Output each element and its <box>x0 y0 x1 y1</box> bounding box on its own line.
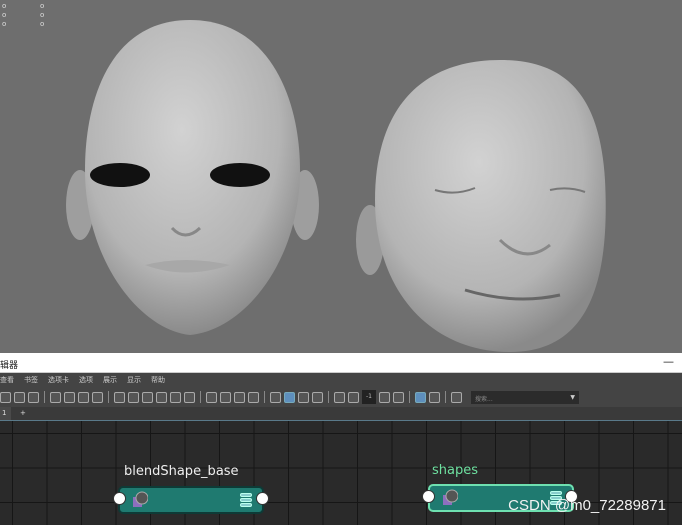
graph-transform-icon[interactable] <box>298 391 309 403</box>
divider <box>409 391 410 403</box>
grid-toggle-icon[interactable] <box>415 391 426 403</box>
divider <box>200 391 201 403</box>
show-shapes-toggle-icon[interactable] <box>284 391 295 403</box>
search-input[interactable]: 搜索... ▼ <box>471 390 579 404</box>
divider <box>328 391 329 403</box>
tab-1[interactable]: 1 <box>0 407 11 420</box>
window-title: 辑器 <box>0 361 19 371</box>
mesh-node-icon <box>133 491 148 507</box>
menu-show[interactable]: 显示 <box>127 375 141 387</box>
search-icon[interactable] <box>170 391 181 403</box>
spacing-field[interactable]: -1 <box>362 390 376 404</box>
3d-viewport[interactable]: ooo ooo <box>0 0 682 353</box>
input-port[interactable] <box>113 492 126 505</box>
menu-bookmarks[interactable]: 书签 <box>24 375 38 387</box>
relayout-icon[interactable] <box>92 391 103 403</box>
divider <box>264 391 265 403</box>
minimize-button[interactable]: — <box>663 355 674 368</box>
cursor-select-icon[interactable] <box>206 391 217 403</box>
female-head-model <box>66 20 319 335</box>
add-selected-icon[interactable] <box>64 391 75 403</box>
divider <box>445 391 446 403</box>
attribute-list-icon[interactable] <box>240 493 252 508</box>
menu-bar: 查看 书签 选项卡 选项 展示 显示 帮助 <box>0 373 682 387</box>
node-editor-titlebar: 辑器 — <box>0 353 682 373</box>
remove-selected-icon[interactable] <box>78 391 89 403</box>
connected-mode-icon[interactable] <box>128 391 139 403</box>
pin-icon[interactable] <box>184 391 195 403</box>
node-label: blendShape_base <box>124 464 239 479</box>
align-icon[interactable] <box>379 391 390 403</box>
menu-view[interactable]: 查看 <box>0 375 14 387</box>
graph-input-icon[interactable] <box>0 391 11 403</box>
menu-options[interactable]: 选项 <box>79 375 93 387</box>
custom-mode-icon[interactable] <box>156 391 167 403</box>
node-label: shapes <box>432 463 479 478</box>
cursor-toggle-icon[interactable] <box>248 391 259 403</box>
lock-icon[interactable] <box>312 391 323 403</box>
full-mode-icon[interactable] <box>142 391 153 403</box>
graph-both-icon[interactable] <box>14 391 25 403</box>
male-head-model <box>356 60 606 352</box>
simple-mode-icon[interactable] <box>114 391 125 403</box>
magnet-icon[interactable] <box>429 391 440 403</box>
toolbar: -1 搜索... ▼ <box>0 387 682 407</box>
divider <box>44 391 45 403</box>
hud-left: ooo <box>2 2 7 28</box>
cursor-add-icon[interactable] <box>220 391 231 403</box>
search-placeholder: 搜索... <box>475 395 493 403</box>
menu-graph[interactable]: 展示 <box>103 375 117 387</box>
frame-icon[interactable] <box>451 391 462 403</box>
input-port[interactable] <box>422 490 435 503</box>
mesh-node-icon <box>443 489 458 505</box>
tab-bar: 1 + <box>0 407 682 421</box>
graph-shape-icon[interactable] <box>270 391 281 403</box>
spacing-icon[interactable] <box>348 391 359 403</box>
chevron-down-icon[interactable]: ▼ <box>570 394 575 401</box>
watermark: CSDN @m0_72289871 <box>508 497 666 514</box>
head-models <box>66 20 606 352</box>
add-tab-button[interactable]: + <box>11 407 41 420</box>
divider <box>108 391 109 403</box>
graph-output-icon[interactable] <box>28 391 39 403</box>
menu-tabs[interactable]: 选项卡 <box>48 375 69 387</box>
node-blendshape-base[interactable] <box>118 486 264 514</box>
cursor-remove-icon[interactable] <box>234 391 245 403</box>
frame-all-icon[interactable] <box>50 391 61 403</box>
snap-grid-icon[interactable] <box>334 391 345 403</box>
menu-help[interactable]: 帮助 <box>151 375 165 387</box>
link-icon[interactable] <box>393 391 404 403</box>
output-port[interactable] <box>256 492 269 505</box>
hud-right: ooo <box>40 2 45 28</box>
